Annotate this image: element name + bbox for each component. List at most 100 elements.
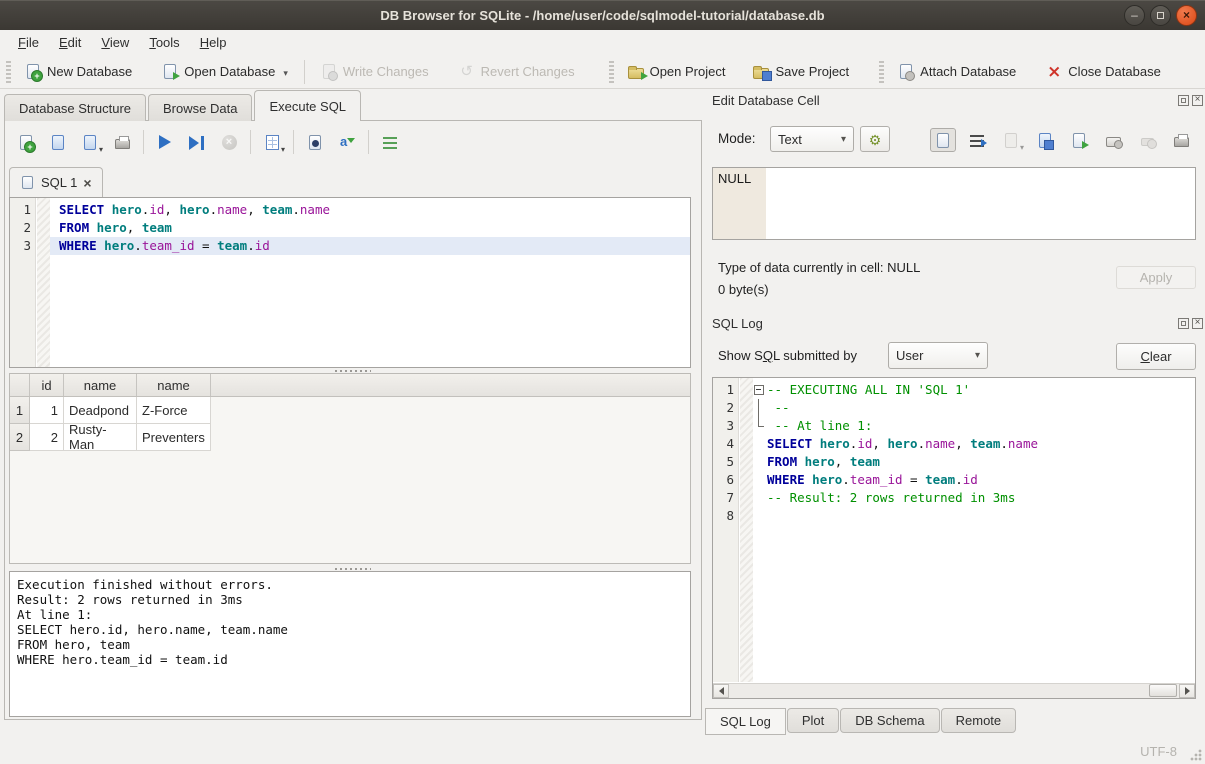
set-null-button-icon <box>1141 138 1154 146</box>
close-button[interactable]: × <box>1176 5 1197 26</box>
find-button[interactable] <box>302 130 328 154</box>
menu-view[interactable]: View <box>91 32 139 53</box>
editor-line-numbers: 1 2 3 <box>10 198 36 367</box>
mode-select[interactable]: Text ▾ <box>770 126 854 152</box>
font-button[interactable]: a <box>334 130 360 154</box>
write-changes-button[interactable]: Write Changes <box>313 60 437 83</box>
cell-team-name[interactable]: Z-Force <box>137 397 211 424</box>
execute-current-line-button[interactable] <box>184 130 210 154</box>
mode-label: Mode: <box>718 131 756 146</box>
row-header[interactable]: 1 <box>10 397 30 424</box>
tab-remote[interactable]: Remote <box>941 708 1017 733</box>
fold-marker-icon[interactable] <box>753 381 767 399</box>
menu-edit[interactable]: Edit <box>49 32 91 53</box>
edit-cell-panel-title: Edit Database Cell <box>712 93 820 108</box>
tab-browse-data[interactable]: Browse Data <box>148 94 252 121</box>
execute-all-button[interactable] <box>152 130 178 154</box>
close-panel-icon[interactable] <box>1192 318 1203 329</box>
editor-code-area[interactable]: SELECT hero.id, hero.name, team.name FRO… <box>50 198 690 367</box>
sql-document-tab[interactable]: SQL 1 × <box>9 167 103 197</box>
menu-file[interactable]: File <box>8 32 49 53</box>
float-panel-icon[interactable] <box>1178 318 1189 329</box>
open-project-icon <box>628 68 644 79</box>
maximize-button[interactable] <box>1150 5 1171 26</box>
chevron-down-icon: ▾ <box>967 350 980 361</box>
tab-sql-log[interactable]: SQL Log <box>705 708 786 735</box>
cell-team-name[interactable]: Preventers <box>137 424 211 451</box>
auto-switch-mode-button[interactable]: ⚙ <box>860 126 890 152</box>
text-view-button[interactable] <box>930 128 956 152</box>
sql-log-filter-select[interactable]: User ▾ <box>888 342 988 369</box>
gear-icon: ⚙ <box>867 131 883 147</box>
open-project-button[interactable]: Open Project <box>620 60 734 83</box>
copy-data-button[interactable] <box>1066 128 1092 152</box>
close-database-button[interactable]: × Close Database <box>1038 60 1169 84</box>
open-sql-tab-button[interactable] <box>13 130 39 154</box>
open-sql-file-button[interactable] <box>45 130 71 154</box>
open-database-dropdown-icon[interactable]: ▾ <box>283 68 288 79</box>
tab-db-schema[interactable]: DB Schema <box>840 708 939 733</box>
revert-changes-button[interactable]: ↺ Revert Changes <box>451 60 583 84</box>
scroll-right-icon[interactable] <box>1179 684 1195 698</box>
scroll-left-icon[interactable] <box>713 684 729 698</box>
toolbar-grip <box>609 61 614 83</box>
toolbar-separator <box>368 130 369 154</box>
cell-hero-name[interactable]: Rusty-Man <box>64 424 137 451</box>
scrollbar-thumb[interactable] <box>1149 684 1177 697</box>
apply-button[interactable]: Apply <box>1116 266 1196 289</box>
tab-execute-sql[interactable]: Execute SQL <box>254 90 361 121</box>
tab-plot[interactable]: Plot <box>787 708 839 733</box>
word-wrap-button-icon <box>970 135 984 147</box>
dock-tab-bar: SQL Log Plot DB Schema Remote <box>705 708 1017 735</box>
menu-tools[interactable]: Tools <box>139 32 189 53</box>
row-header[interactable]: 2 <box>10 424 30 451</box>
format-sql-button[interactable] <box>377 130 403 154</box>
execution-message-box[interactable]: Execution finished without errors. Resul… <box>9 571 691 717</box>
fold-marker-icon <box>753 399 767 417</box>
horizontal-scrollbar[interactable] <box>713 683 1195 698</box>
scrollbar-track[interactable] <box>729 684 1179 698</box>
show-sql-label: Show SQL submitted by <box>718 348 857 363</box>
revert-changes-icon: ↺ <box>459 64 475 80</box>
column-header-id[interactable]: id <box>30 374 64 396</box>
sql-log-view[interactable]: 12 34 56 78 -- EXECUTING ALL IN 'SQL 1' … <box>712 377 1196 699</box>
toolbar-grip <box>6 61 11 83</box>
save-results-button[interactable]: ▾ <box>259 130 285 154</box>
print-cell-button[interactable] <box>1168 128 1194 152</box>
column-header-name2[interactable]: name <box>137 374 211 396</box>
new-database-label: New Database <box>47 64 132 79</box>
float-panel-icon[interactable] <box>1178 95 1189 106</box>
export-to-file-button[interactable] <box>1032 128 1058 152</box>
cell-id[interactable]: 1 <box>30 397 64 424</box>
clear-log-button[interactable]: Clear <box>1116 343 1196 370</box>
close-tab-icon[interactable]: × <box>83 175 91 191</box>
maximize-icon <box>1157 12 1164 19</box>
new-database-button[interactable]: New Database <box>17 60 140 83</box>
save-sql-file-button[interactable]: ▾ <box>77 130 103 154</box>
save-project-button[interactable]: Save Project <box>745 60 857 83</box>
log-line-numbers: 12 34 56 78 <box>713 378 739 682</box>
print-sql-button[interactable] <box>109 130 135 154</box>
sql-editor-toolbar: ▾ ▾ a <box>13 129 403 155</box>
cell-type-label: Type of data currently in cell: NULL <box>718 260 920 275</box>
attach-database-button[interactable]: Attach Database <box>890 60 1024 83</box>
minimize-button[interactable]: – <box>1124 5 1145 26</box>
column-header-name[interactable]: name <box>64 374 137 396</box>
new-database-icon <box>27 64 39 79</box>
cell-hero-name[interactable]: Deadpond <box>64 397 137 424</box>
attach-database-icon <box>900 64 912 79</box>
tab-database-structure[interactable]: Database Structure <box>4 94 146 121</box>
cell-id[interactable]: 2 <box>30 424 64 451</box>
toolbar-separator <box>250 130 251 154</box>
format-sql-button-icon <box>383 137 397 149</box>
close-panel-icon[interactable] <box>1192 95 1203 106</box>
save-results-button-icon <box>266 135 279 150</box>
word-wrap-button[interactable] <box>964 128 990 152</box>
open-database-button[interactable]: Open Database ▾ <box>154 60 296 83</box>
execute-sql-pane: ▾ ▾ a SQL 1 × 1 2 3 SELECT hero.id, hero.n… <box>4 120 702 720</box>
sql-editor[interactable]: 1 2 3 SELECT hero.id, hero.name, team.na… <box>9 197 691 368</box>
resize-grip[interactable] <box>1190 749 1202 761</box>
external-editor-button[interactable] <box>1100 128 1126 152</box>
menu-help[interactable]: Help <box>190 32 237 53</box>
cell-value-editor[interactable]: NULL <box>712 167 1196 240</box>
